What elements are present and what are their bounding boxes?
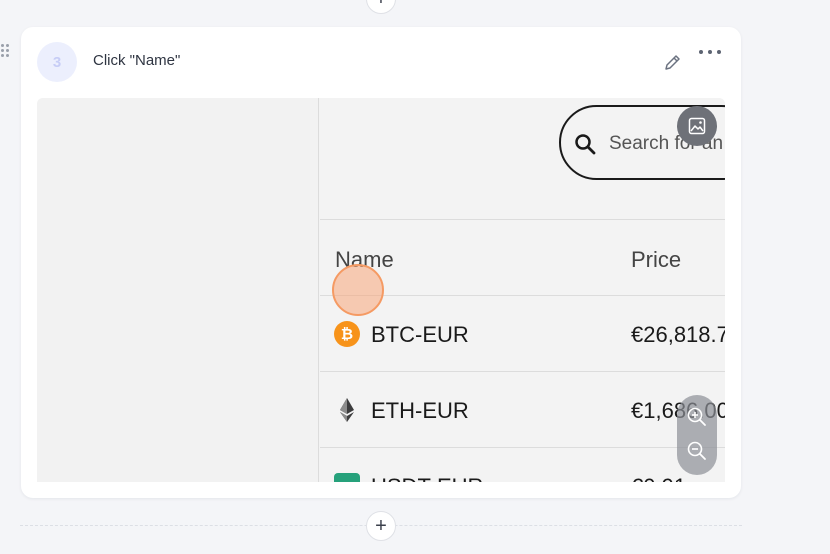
divider [320, 219, 725, 220]
add-step-above-button[interactable]: + [366, 0, 396, 14]
ethereum-icon [340, 398, 354, 422]
add-step-below-button[interactable]: + [366, 511, 396, 541]
coin-name: USDT-EUR [371, 474, 483, 482]
column-header-price: Price [631, 247, 682, 272]
plus-icon: + [375, 0, 387, 9]
more-horizontal-icon[interactable] [699, 45, 721, 59]
step-title[interactable]: Click "Name" [93, 52, 180, 69]
step-card: 3 Click "Name" Search for an Name Price [21, 27, 741, 498]
screenshot-sidebar-panel [37, 98, 319, 482]
tether-icon [334, 473, 360, 482]
zoom-controls [677, 395, 717, 475]
step-number-badge: 3 [37, 42, 77, 82]
pencil-icon[interactable] [662, 51, 684, 73]
divider [320, 371, 725, 372]
coin-price: €0.91 [631, 474, 686, 482]
search-icon [575, 134, 596, 155]
zoom-in-icon[interactable] [685, 405, 709, 429]
divider [320, 447, 725, 448]
gallery-icon[interactable] [677, 106, 717, 146]
step-screenshot: Search for an Name Price ₿ BTC-EUR €26,8… [37, 98, 725, 482]
zoom-out-icon[interactable] [685, 439, 709, 463]
coin-price: €26,818.7 [631, 322, 725, 347]
click-indicator [332, 264, 384, 316]
drag-handle-icon[interactable] [1, 44, 11, 60]
plus-icon: + [375, 515, 387, 537]
bitcoin-icon: ₿ [334, 321, 360, 347]
coin-name: BTC-EUR [371, 322, 469, 347]
coin-name: ETH-EUR [371, 398, 469, 423]
